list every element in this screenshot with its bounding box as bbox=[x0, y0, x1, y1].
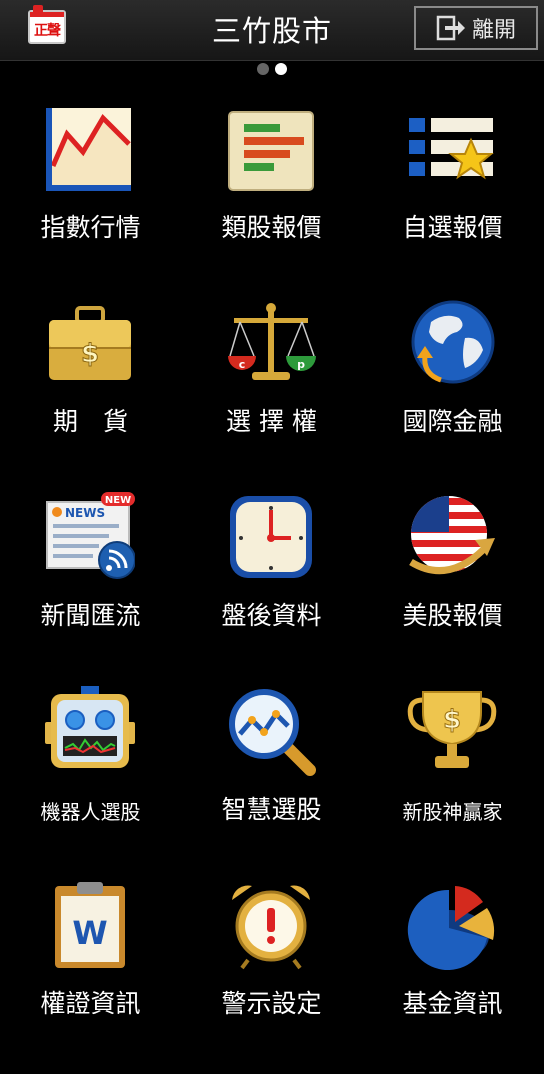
menu-item-international-finance[interactable]: 國際金融 bbox=[362, 298, 543, 492]
clock-icon bbox=[230, 496, 312, 578]
menu-label: 智慧選股 bbox=[221, 795, 322, 824]
menu-grid: 指數行情 類股報價 自選報價 $ 期 貨 c p 選 擇 權 國際金融 NEWS… bbox=[0, 104, 544, 1024]
exit-icon bbox=[436, 15, 465, 41]
pie-chart-icon bbox=[407, 886, 495, 970]
logout-button[interactable]: 離開 bbox=[414, 6, 538, 50]
menu-label: 指數行情 bbox=[40, 213, 141, 242]
robot-icon bbox=[45, 686, 135, 768]
menu-item-news[interactable]: NEWS NEW 新聞匯流 bbox=[0, 492, 181, 686]
sector-bars-icon bbox=[228, 111, 314, 191]
magnifier-chart-icon bbox=[229, 689, 316, 776]
menu-item-after-hours[interactable]: 盤後資料 bbox=[181, 492, 362, 686]
menu-label: 新股神贏家 bbox=[402, 800, 503, 824]
menu-item-us-stocks[interactable]: 美股報價 bbox=[362, 492, 543, 686]
menu-item-index-quotes[interactable]: 指數行情 bbox=[0, 104, 181, 298]
line-chart-icon bbox=[46, 108, 131, 191]
menu-item-robot-picks[interactable]: 機器人選股 bbox=[0, 686, 181, 880]
menu-item-options[interactable]: c p 選 擇 權 bbox=[181, 298, 362, 492]
menu-item-smart-picks[interactable]: 智慧選股 bbox=[181, 686, 362, 880]
new-badge: NEW bbox=[105, 495, 131, 506]
clipboard-w-icon: W bbox=[55, 882, 125, 968]
svg-text:c: c bbox=[239, 358, 246, 371]
menu-label: 新聞匯流 bbox=[40, 601, 141, 630]
globe-icon bbox=[411, 300, 495, 384]
menu-label: 期 貨 bbox=[52, 407, 128, 436]
page-dot-1[interactable] bbox=[257, 63, 269, 75]
menu-label: 基金資訊 bbox=[402, 989, 503, 1018]
menu-item-stock-winner[interactable]: $ 新股神贏家 bbox=[362, 686, 543, 880]
svg-text:$: $ bbox=[81, 339, 99, 369]
svg-text:$: $ bbox=[443, 705, 461, 735]
news-rss-icon: NEWS NEW bbox=[46, 492, 135, 579]
trophy-dollar-icon: $ bbox=[407, 691, 497, 768]
menu-item-warrants[interactable]: W 權證資訊 bbox=[0, 880, 181, 1074]
alarm-clock-icon bbox=[232, 885, 310, 970]
news-masthead: NEWS bbox=[65, 506, 105, 520]
logout-label: 離開 bbox=[471, 18, 516, 43]
scale-cp-icon: c p bbox=[228, 303, 316, 380]
app-header: 正聲 三竹股市 離開 bbox=[0, 0, 544, 61]
watchlist-star-icon bbox=[409, 118, 494, 180]
menu-label: 選 擇 權 bbox=[226, 407, 317, 436]
menu-label: 警示設定 bbox=[221, 989, 322, 1018]
svg-text:p: p bbox=[297, 358, 305, 371]
menu-label: 盤後資料 bbox=[221, 601, 322, 630]
briefcase-dollar-icon: $ bbox=[49, 306, 131, 380]
menu-label: 類股報價 bbox=[221, 213, 322, 242]
menu-item-watchlist[interactable]: 自選報價 bbox=[362, 104, 543, 298]
menu-label: 自選報價 bbox=[402, 213, 503, 242]
menu-item-futures[interactable]: $ 期 貨 bbox=[0, 298, 181, 492]
menu-label: 國際金融 bbox=[402, 407, 503, 436]
menu-label: 機器人選股 bbox=[40, 800, 141, 824]
us-flag-globe-icon bbox=[409, 496, 495, 575]
clipboard-letter: W bbox=[72, 914, 107, 952]
menu-item-alert-settings[interactable]: 警示設定 bbox=[181, 880, 362, 1074]
page-indicator bbox=[0, 63, 544, 75]
menu-item-sector-quotes[interactable]: 類股報價 bbox=[181, 104, 362, 298]
menu-label: 權證資訊 bbox=[40, 989, 141, 1018]
menu-item-fund-info[interactable]: 基金資訊 bbox=[362, 880, 543, 1074]
page-dot-2[interactable] bbox=[275, 63, 287, 75]
menu-label: 美股報價 bbox=[402, 601, 503, 630]
